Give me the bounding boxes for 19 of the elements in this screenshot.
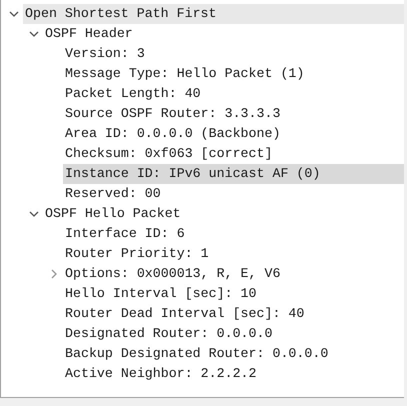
tree-item[interactable]: Open Shortest Path First	[23, 4, 404, 24]
tree-item[interactable]: Area ID: 0.0.0.0 (Backbone)	[63, 124, 404, 144]
tree-item[interactable]: Router Dead Interval [sec]: 40	[63, 304, 404, 324]
tree-item[interactable]: Active Neighbor: 2.2.2.2	[63, 364, 404, 384]
tree-item[interactable]: Source OSPF Router: 3.3.3.3	[63, 104, 404, 124]
tree-item[interactable]: Packet Length: 40	[63, 84, 404, 104]
tree-item[interactable]: OSPF Header	[43, 24, 404, 44]
tree-item[interactable]: Reserved: 00	[63, 184, 404, 204]
tree-item[interactable]: Backup Designated Router: 0.0.0.0	[63, 344, 404, 364]
tree-item[interactable]: Version: 3	[63, 44, 404, 64]
tree-item[interactable]: OSPF Hello Packet	[43, 204, 404, 224]
tree-item[interactable]: Checksum: 0xf063 [correct]	[63, 144, 404, 164]
tree-item[interactable]: Designated Router: 0.0.0.0	[63, 324, 404, 344]
tree-item[interactable]: Options: 0x000013, R, E, V6	[63, 264, 404, 284]
tree-item[interactable]: Router Priority: 1	[63, 244, 404, 264]
tree-item[interactable]: Message Type: Hello Packet (1)	[63, 64, 404, 84]
tree-item[interactable]: Hello Interval [sec]: 10	[63, 284, 404, 304]
tree-item[interactable]: Interface ID: 6	[63, 224, 404, 244]
tree-item[interactable]: Instance ID: IPv6 unicast AF (0)	[63, 164, 404, 184]
